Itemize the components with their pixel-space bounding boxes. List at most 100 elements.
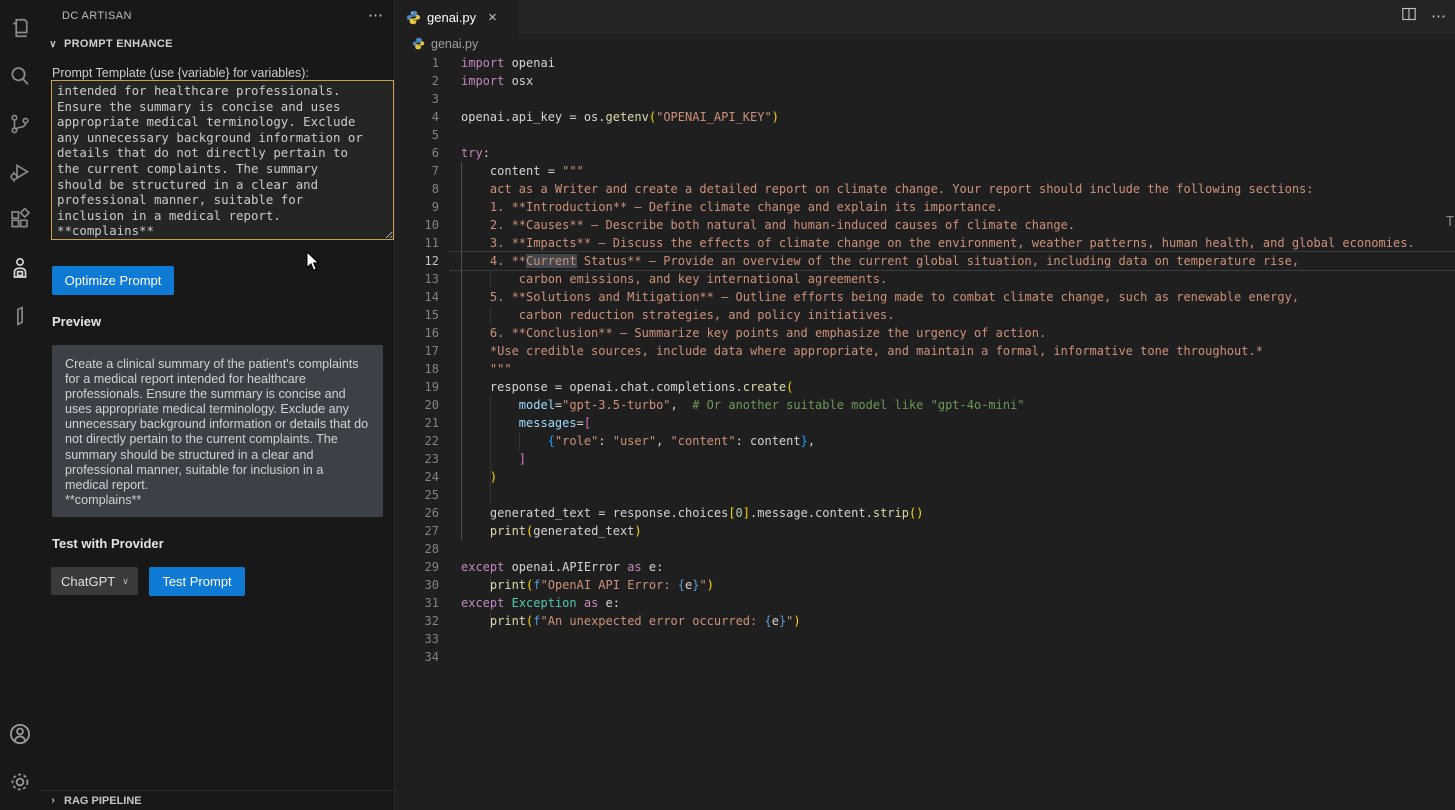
line-number: 5 (396, 126, 439, 144)
line-number: 24 (396, 468, 439, 486)
prompt-template-label: Prompt Template (use {variable} for vari… (52, 66, 309, 80)
tab-label: genai.py (427, 10, 476, 25)
code-line: 16 6. **Conclusion** – Summarize key poi… (396, 324, 1455, 342)
overflow-text: T (1446, 214, 1454, 232)
code-line: 33 (396, 630, 1455, 648)
sidebar-panel: DC ARTISAN ⋯ ∨ PROMPT ENHANCE Prompt Tem… (40, 0, 395, 810)
code-line: 31except Exception as e: (396, 594, 1455, 612)
code-line: 21 messages=[ (396, 414, 1455, 432)
tab-genai-py[interactable]: genai.py × (396, 0, 518, 34)
code-line: 32 print(f"An unexpected error occurred:… (396, 612, 1455, 630)
tab-close-icon[interactable]: × (488, 11, 497, 24)
settings-gear-icon[interactable] (0, 758, 40, 806)
line-number: 12 (396, 252, 439, 270)
line-number: 30 (396, 576, 439, 594)
line-number: 14 (396, 288, 439, 306)
line-number: 19 (396, 378, 439, 396)
line-number: 21 (396, 414, 439, 432)
section-prompt-enhance[interactable]: ∨ PROMPT ENHANCE (40, 32, 394, 56)
line-number: 17 (396, 342, 439, 360)
code-line: 15 carbon reduction strategies, and poli… (396, 306, 1455, 324)
line-number: 31 (396, 594, 439, 612)
code-lines: 1import openai2import osx34openai.api_ke… (396, 54, 1455, 666)
test-prompt-button[interactable]: Test Prompt (149, 567, 245, 596)
search-icon[interactable] (0, 52, 40, 100)
editor-more-actions-icon[interactable]: ⋯ (1431, 12, 1447, 22)
line-number: 15 (396, 306, 439, 324)
sidebar-more-actions-icon[interactable]: ⋯ (368, 11, 384, 21)
line-number: 26 (396, 504, 439, 522)
line-number: 33 (396, 630, 439, 648)
code-line: 5 (396, 126, 1455, 144)
code-line: 1import openai (396, 54, 1455, 72)
breadcrumb-file: genai.py (431, 37, 478, 51)
code-line: 23 ] (396, 450, 1455, 468)
line-number: 32 (396, 612, 439, 630)
code-line: 24 ) (396, 468, 1455, 486)
code-line: 13 carbon emissions, and key internation… (396, 270, 1455, 288)
code-line: 28 (396, 540, 1455, 558)
line-number: 29 (396, 558, 439, 576)
code-line: 20 model="gpt-3.5-turbo", # Or another s… (396, 396, 1455, 414)
line-number: 10 (396, 216, 439, 234)
line-number: 8 (396, 180, 439, 198)
line-number: 3 (396, 90, 439, 108)
breadcrumb[interactable]: genai.py (396, 33, 1455, 54)
line-number: 20 (396, 396, 439, 414)
section-rag-pipeline[interactable]: › RAG PIPELINE (40, 790, 394, 810)
python-file-icon (406, 10, 421, 25)
code-line: 12 4. **Current Status** – Provide an ov… (396, 252, 1455, 270)
line-number: 27 (396, 522, 439, 540)
editor-group: genai.py × ⋯ genai.py 1import openai2imp… (396, 0, 1455, 810)
line-number: 2 (396, 72, 439, 90)
line-number: 23 (396, 450, 439, 468)
line-number: 18 (396, 360, 439, 378)
explorer-icon[interactable] (0, 4, 40, 52)
sidebar-title: DC ARTISAN (62, 10, 368, 22)
line-number: 1 (396, 54, 439, 72)
split-editor-icon[interactable] (1401, 6, 1417, 27)
rag-section-label: RAG PIPELINE (64, 795, 142, 807)
dc-artisan-icon[interactable] (0, 244, 40, 292)
line-number: 6 (396, 144, 439, 162)
line-number: 34 (396, 648, 439, 666)
code-line: 4openai.api_key = os.getenv("OPENAI_API_… (396, 108, 1455, 126)
line-number: 16 (396, 324, 439, 342)
extensions-icon[interactable] (0, 196, 40, 244)
code-line: 8 act as a Writer and create a detailed … (396, 180, 1455, 198)
code-line: 14 5. **Solutions and Mitigation** – Out… (396, 288, 1455, 306)
source-control-icon[interactable] (0, 100, 40, 148)
chevron-down-icon: ∨ (47, 39, 59, 50)
line-number: 13 (396, 270, 439, 288)
code-line: 29except openai.APIError as e: (396, 558, 1455, 576)
code-editor[interactable]: 1import openai2import osx34openai.api_ke… (396, 54, 1455, 666)
chevron-down-icon: ∨ (122, 576, 129, 587)
provider-select[interactable]: ChatGPT ∨ (51, 567, 138, 595)
code-line: 19 response = openai.chat.completions.cr… (396, 378, 1455, 396)
account-icon[interactable] (0, 710, 40, 758)
optimize-prompt-button[interactable]: Optimize Prompt (52, 266, 174, 295)
line-number: 7 (396, 162, 439, 180)
line-number: 9 (396, 198, 439, 216)
code-line: 34 (396, 648, 1455, 666)
code-line: 27 print(generated_text) (396, 522, 1455, 540)
code-line: 11 3. **Impacts** – Discuss the effects … (396, 234, 1455, 252)
code-line: 9 1. **Introduction** – Define climate c… (396, 198, 1455, 216)
run-debug-icon[interactable] (0, 148, 40, 196)
provider-heading: Test with Provider (52, 536, 164, 551)
code-line: 3 (396, 90, 1455, 108)
code-line: 17 *Use credible sources, include data w… (396, 342, 1455, 360)
code-line: 2import osx (396, 72, 1455, 90)
provider-select-value: ChatGPT (61, 574, 115, 589)
code-line: 25 (396, 486, 1455, 504)
preview-text: Create a clinical summary of the patient… (52, 345, 383, 517)
code-line: 22 {"role": "user", "content": content}, (396, 432, 1455, 450)
code-line: 26 generated_text = response.choices[0].… (396, 504, 1455, 522)
chevron-right-icon: › (47, 795, 59, 806)
docs-icon[interactable] (0, 292, 40, 340)
code-line: 30 print(f"OpenAI API Error: {e}") (396, 576, 1455, 594)
tab-bar: genai.py × ⋯ (396, 0, 1455, 33)
line-number: 4 (396, 108, 439, 126)
prompt-template-input[interactable]: intended for healthcare professionals. E… (51, 80, 394, 240)
code-line: 6try: (396, 144, 1455, 162)
